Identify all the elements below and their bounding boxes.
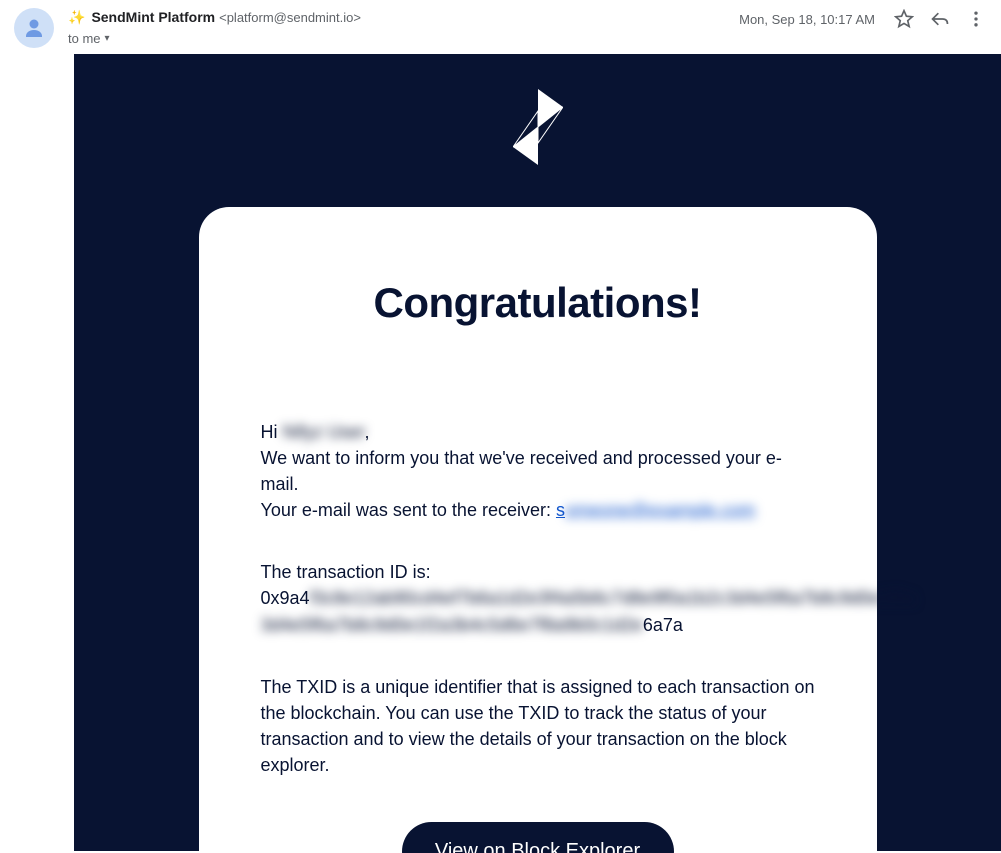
avatar	[14, 8, 54, 48]
line-sent: Your e-mail was sent to the receiver: so…	[261, 497, 815, 523]
star-button[interactable]	[893, 8, 915, 30]
more-button[interactable]	[965, 8, 987, 30]
recipient-label: to me	[68, 30, 101, 48]
email-body: Hi Nifyz User, We want to inform you tha…	[261, 419, 815, 778]
receiver-email-link[interactable]: someone@example.com	[556, 500, 755, 520]
sparkle-icon: ✨	[68, 8, 85, 28]
sender-name: SendMint Platform	[91, 8, 215, 28]
chevron-down-icon: ▾	[105, 32, 110, 46]
more-icon	[966, 9, 986, 29]
email-card: Congratulations! Hi Nifyz User, We want …	[199, 207, 877, 853]
from-line: ✨ SendMint Platform <platform@sendmint.i…	[68, 8, 739, 28]
star-icon	[894, 9, 914, 29]
sender-email: <platform@sendmint.io>	[219, 9, 361, 27]
email-date: Mon, Sep 18, 10:17 AM	[739, 12, 875, 27]
niftyz-logo-icon	[513, 89, 563, 165]
txid-explanation: The TXID is a unique identifier that is …	[261, 674, 815, 778]
greeting-line: Hi Nifyz User,	[261, 419, 815, 445]
line-received: We want to inform you that we've receive…	[261, 445, 815, 497]
reply-button[interactable]	[929, 8, 951, 30]
person-icon	[22, 16, 46, 40]
from-block: ✨ SendMint Platform <platform@sendmint.i…	[68, 8, 739, 48]
txid-line-2: 3d4e5f6a7b8c9d0e1f2a3b4c5d6e7f8a9b0c1d2e…	[261, 612, 815, 638]
reply-icon	[930, 9, 950, 29]
header-actions: Mon, Sep 18, 10:17 AM	[739, 8, 987, 30]
brand-logo	[74, 89, 1001, 165]
congrats-title: Congratulations!	[261, 279, 815, 327]
greeting-name: Nifyz User	[283, 422, 365, 442]
txid-line: The transaction ID is: 0x9a4f3c8e12ab90c…	[261, 559, 815, 611]
email-body-wrap: Congratulations! Hi Nifyz User, We want …	[74, 54, 1001, 851]
recipient-dropdown[interactable]: to me ▾	[68, 30, 739, 48]
email-header: ✨ SendMint Platform <platform@sendmint.i…	[0, 0, 1001, 54]
view-block-explorer-button[interactable]: View on Block Explorer	[402, 822, 674, 853]
